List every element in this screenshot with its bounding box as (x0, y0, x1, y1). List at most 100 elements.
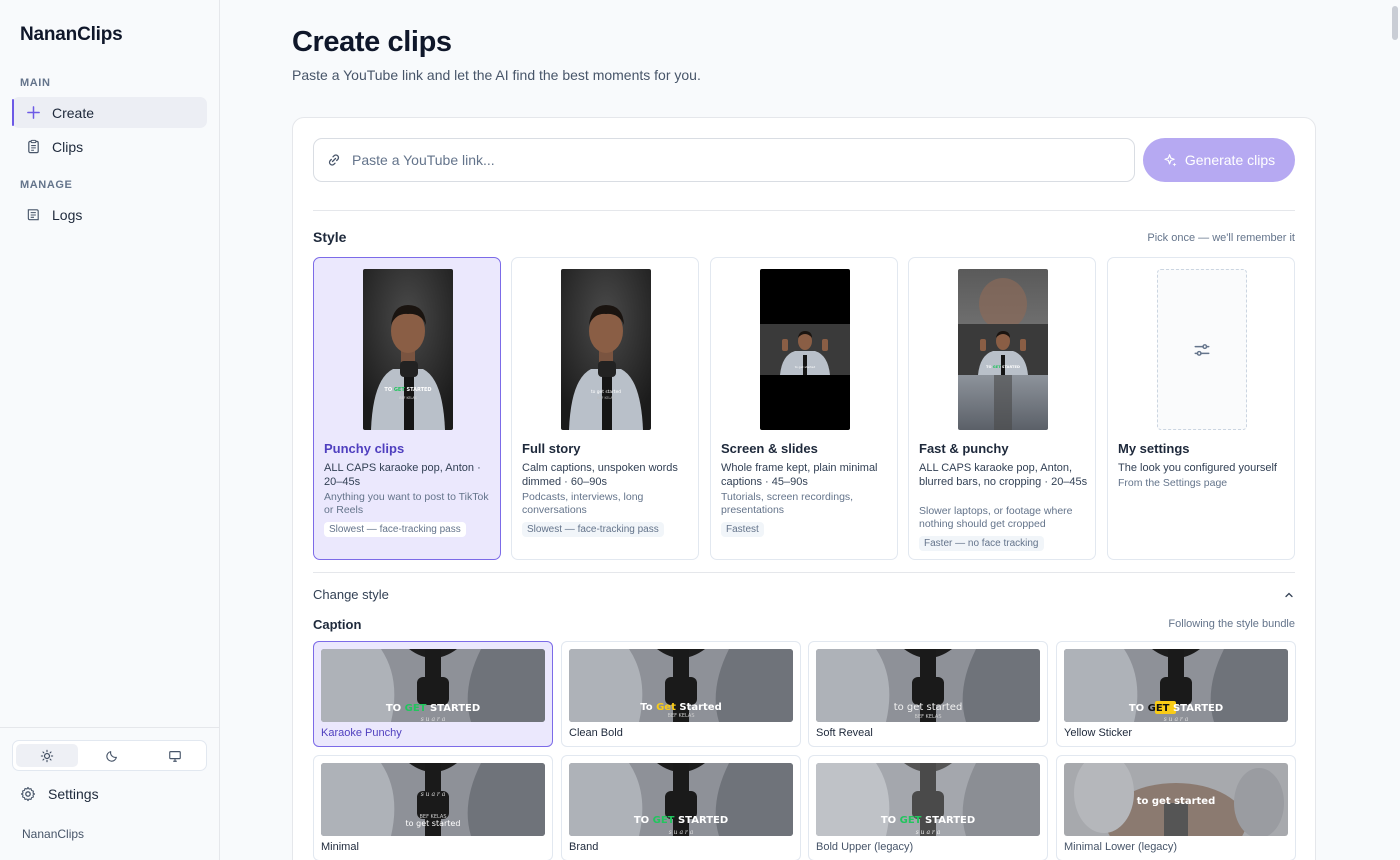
main-content: Create clips Paste a YouTube link and le… (220, 0, 1400, 860)
generate-clips-button[interactable]: Generate clips (1143, 138, 1295, 182)
svg-text:s u a r a: s u a r a (421, 791, 446, 798)
footer-brand: NananClips (22, 827, 85, 841)
caption-style-label: Minimal (321, 841, 359, 853)
theme-switcher (12, 740, 207, 771)
style-card-use-case: Slower laptops, or footage where nothing… (919, 505, 1073, 530)
style-card-speed-badge: Faster — no face tracking (919, 536, 1044, 551)
caption-style-label: Minimal Lower (legacy) (1064, 841, 1178, 853)
gear-icon (20, 786, 36, 802)
caption-section-title: Caption (313, 617, 362, 632)
page-title: Create clips (292, 26, 452, 58)
caption-style-brand[interactable]: TO GET STARTED s u a r a Brand (561, 755, 801, 860)
change-style-toggle[interactable]: Change style (313, 587, 1295, 602)
style-card-use-case: Anything you want to post to TikTok or R… (324, 491, 489, 516)
link-icon (328, 154, 340, 166)
svg-text:s u a r a: s u a r a (916, 829, 941, 836)
caption-style-clean-bold[interactable]: To Get Started BEF KELAS Clean Bold (561, 641, 801, 747)
caption-style-soft-reveal[interactable]: to get started BEF KELAS Soft Reveal (808, 641, 1048, 747)
sidebar-item-create[interactable]: Create (12, 97, 207, 128)
svg-text:TO GET STARTED: TO GET STARTED (634, 815, 728, 826)
svg-text:s u a r a: s u a r a (1164, 716, 1189, 722)
style-section-hint: Pick once — we'll remember it (1147, 232, 1295, 244)
caption-style-yellow-sticker[interactable]: TO GET STARTED s u a r a Yellow Sticker (1056, 641, 1296, 747)
caption-style-label: Bold Upper (legacy) (816, 841, 914, 853)
caption-preview-thumbnail: To Get Started BEF KELAS (569, 649, 793, 722)
style-card-description: ALL CAPS karaoke pop, Anton · 20–45s (324, 462, 481, 488)
style-card-screen-slides[interactable]: to get started Screen & slides Whole fra… (710, 257, 898, 560)
style-section-title: Style (313, 229, 347, 245)
youtube-url-input[interactable] (352, 152, 1112, 168)
chevron-up-icon (1285, 592, 1293, 597)
plus-icon (24, 104, 42, 122)
caption-style-bold-upper-legacy[interactable]: TO GET STARTED s u a r a Bold Upper (leg… (808, 755, 1048, 860)
sidebar-item-logs[interactable]: Logs (12, 199, 207, 230)
style-card-title: Full story (522, 441, 581, 456)
caption-style-label: Brand (569, 841, 599, 853)
svg-text:To Get Started: To Get Started (640, 702, 722, 713)
sidebar-item-label: Logs (52, 206, 83, 223)
theme-light-button[interactable] (16, 744, 79, 767)
style-card-use-case: From the Settings page (1118, 477, 1228, 489)
svg-text:to get started: to get started (591, 389, 621, 395)
style-card-fast-punchy[interactable]: TO GET STARTED Fast & punchy ALL CAPS ka… (908, 257, 1096, 560)
clipboard-icon (24, 138, 42, 156)
style-preview-placeholder (1157, 269, 1247, 430)
style-card-description: ALL CAPS karaoke pop, Anton, blurred bar… (919, 462, 1088, 488)
svg-text:TO GET STARTED: TO GET STARTED (986, 365, 1020, 369)
caption-preview-thumbnail: TO GET STARTED s u a r a (1064, 649, 1288, 722)
moon-icon (106, 750, 118, 762)
style-card-description: Calm captions, unspoken words dimmed · 6… (522, 462, 678, 488)
style-preview-thumbnail: to get started (760, 269, 850, 430)
caption-section-hint: Following the style bundle (1168, 618, 1295, 630)
caption-style-minimal[interactable]: s u a r a BEF KELAS to get started Minim… (313, 755, 553, 860)
caption-style-label: Yellow Sticker (1064, 727, 1133, 739)
caption-style-label: Clean Bold (569, 727, 623, 739)
style-card-full-story[interactable]: to get started BEF KELAS Full story Calm… (511, 257, 699, 560)
sidebar-item-label: Clips (52, 138, 84, 155)
sidebar: NananClips MAIN Create Clips MANAGE Logs (0, 0, 220, 860)
caption-preview-thumbnail: s u a r a BEF KELAS to get started (321, 763, 545, 836)
brand-logo-text[interactable]: NananClips (20, 24, 123, 46)
style-card-title: Screen & slides (721, 441, 818, 456)
style-card-description: Whole frame kept, plain minimal captions… (721, 462, 878, 488)
caption-preview-thumbnail: TO GET STARTED s u a r a (816, 763, 1040, 836)
youtube-url-field[interactable] (313, 138, 1135, 182)
style-card-use-case: Podcasts, interviews, long conversations (522, 491, 644, 516)
style-card-speed-badge: Slowest — face-tracking pass (324, 522, 466, 537)
style-preview-thumbnail: TO GET STARTED (958, 269, 1048, 430)
svg-text:s u a r a: s u a r a (669, 829, 694, 836)
logs-icon (24, 206, 42, 224)
style-card-speed-badge: Fastest (721, 522, 764, 537)
divider (313, 572, 1295, 573)
sidebar-item-label: Create (52, 104, 95, 121)
svg-text:BEF KELAS: BEF KELAS (399, 396, 416, 400)
settings-label: Settings (48, 786, 99, 802)
theme-dark-button[interactable] (81, 741, 143, 770)
svg-text:s u a r a: s u a r a (421, 716, 446, 722)
style-card-my-settings[interactable]: My settings The look you configured your… (1107, 257, 1295, 560)
sun-icon (40, 749, 54, 762)
style-card-title: Fast & punchy (919, 441, 1009, 456)
style-preview-thumbnail: TO GET STARTED BEF KELAS (363, 269, 453, 430)
monitor-icon (168, 750, 181, 762)
caption-style-karaoke-punchy[interactable]: TO GET STARTED s u a r a Karaoke Punchy (313, 641, 553, 747)
style-card-description: The look you configured yourself (1118, 462, 1277, 474)
style-card-title: My settings (1118, 441, 1190, 456)
sidebar-item-clips[interactable]: Clips (12, 131, 207, 162)
caption-style-label: Karaoke Punchy (321, 727, 402, 739)
settings-link[interactable]: Settings (20, 786, 99, 802)
svg-text:to get started: to get started (406, 819, 461, 828)
svg-text:BEF KELAS: BEF KELAS (597, 396, 614, 400)
svg-text:TO GET STARTED: TO GET STARTED (384, 387, 431, 393)
sidebar-footer: Settings NananClips (0, 727, 219, 860)
style-card-title: Punchy clips (324, 441, 405, 456)
change-style-label: Change style (313, 587, 389, 602)
theme-system-button[interactable] (144, 741, 206, 770)
style-card-punchy-clips[interactable]: TO GET STARTED BEF KELAS Punchy clips AL… (313, 257, 501, 560)
caption-preview-thumbnail: TO GET STARTED s u a r a (569, 763, 793, 836)
caption-style-minimal-lower-legacy[interactable]: to get started Minimal Lower (legacy) (1056, 755, 1296, 860)
svg-text:to get started: to get started (795, 365, 816, 369)
svg-text:TO GET STARTED: TO GET STARTED (386, 703, 480, 714)
scrollbar-thumb[interactable] (1392, 6, 1398, 40)
svg-text:BEF KELAS: BEF KELAS (668, 713, 695, 719)
